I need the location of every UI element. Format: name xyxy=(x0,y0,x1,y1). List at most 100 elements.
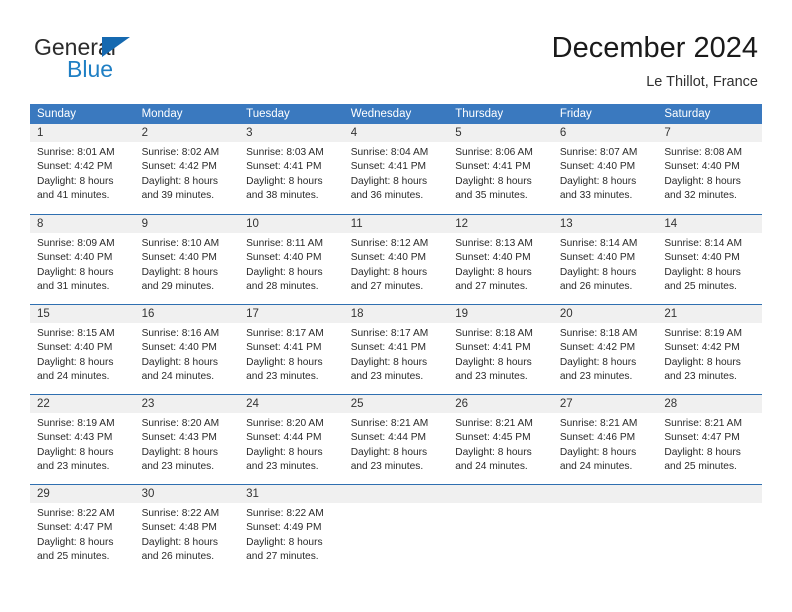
daylight-duration-line1: Daylight: 8 hours xyxy=(37,356,114,368)
day-cell-details: Sunrise: 8:17 AM Sunset: 4:41 PM Daylight:… xyxy=(239,323,344,384)
calendar-day-cell[interactable]: 27 Sunrise: 8:21 AM Sunset: 4:46 PM Dayligh… xyxy=(552,394,658,484)
day-cell-details: Sunrise: 8:03 AM Sunset: 4:41 PM Daylight:… xyxy=(239,142,344,203)
sunrise-time: Sunrise: 8:16 AM xyxy=(141,328,220,339)
day-cell[interactable]: 4 Sunrise: 8:04 AM Sunset: 4:41 PM Daylight… xyxy=(343,124,449,214)
day-cell-details: Sunrise: 8:19 AM Sunset: 4:42 PM Daylight:… xyxy=(657,323,762,384)
daylight-duration-line2: and 26 minutes. xyxy=(559,280,633,292)
day-cell[interactable]: 14 Sunrise: 8:14 AM Sunset: 4:40 PM Dayligh… xyxy=(657,214,762,304)
calendar-day-cell[interactable]: 3 Sunrise: 8:03 AM Sunset: 4:41 PM Daylight… xyxy=(239,124,344,214)
calendar-day-cell[interactable]: 19 Sunrise: 8:18 AM Sunset: 4:41 PM Dayligh… xyxy=(448,304,553,394)
day-cell[interactable]: 31 Sunrise: 8:22 AM Sunset: 4:49 PM Dayligh… xyxy=(239,484,344,574)
day-cell[interactable]: 15 Sunrise: 8:15 AM Sunset: 4:40 PM Dayligh… xyxy=(30,304,135,394)
day-cell-details: Sunrise: 8:21 AM Sunset: 4:46 PM Daylight:… xyxy=(553,413,658,474)
day-cell[interactable]: 18 Sunrise: 8:17 AM Sunset: 4:41 PM Dayligh… xyxy=(343,304,449,394)
day-cell[interactable]: 17 Sunrise: 8:17 AM Sunset: 4:41 PM Dayligh… xyxy=(239,304,344,394)
calendar-day-cell[interactable]: 21 Sunrise: 8:19 AM Sunset: 4:42 PM Dayligh… xyxy=(657,304,762,394)
weekday-header-friday: Friday xyxy=(552,104,658,124)
day-cell[interactable]: 28 Sunrise: 8:21 AM Sunset: 4:47 PM Dayligh… xyxy=(657,394,762,484)
daylight-duration-line2: and 35 minutes. xyxy=(455,189,528,201)
page-header: General Blue December 2024 Le Thillot, F… xyxy=(0,0,792,100)
calendar-day-cell[interactable]: 28 Sunrise: 8:21 AM Sunset: 4:47 PM Dayligh… xyxy=(657,394,762,484)
sunset-time: Sunset: 4:40 PM xyxy=(37,342,113,354)
calendar-day-cell[interactable]: 2 Sunrise: 8:02 AM Sunset: 4:42 PM Daylight… xyxy=(134,124,240,214)
calendar-day-cell[interactable]: 20 Sunrise: 8:18 AM Sunset: 4:42 PM Dayligh… xyxy=(552,304,658,394)
day-cell[interactable]: 19 Sunrise: 8:18 AM Sunset: 4:41 PM Dayligh… xyxy=(448,304,553,394)
day-cell[interactable]: 8 Sunrise: 8:09 AM Sunset: 4:40 PM Daylight… xyxy=(30,214,135,304)
day-cell[interactable]: 6 Sunrise: 8:07 AM Sunset: 4:40 PM Daylight… xyxy=(552,124,658,214)
day-cell[interactable]: 24 Sunrise: 8:20 AM Sunset: 4:44 PM Dayligh… xyxy=(239,394,344,484)
calendar-day-cell[interactable]: 16 Sunrise: 8:16 AM Sunset: 4:40 PM Dayligh… xyxy=(134,304,240,394)
brand-logo[interactable]: General Blue xyxy=(34,34,254,86)
day-cell[interactable]: 27 Sunrise: 8:21 AM Sunset: 4:46 PM Dayligh… xyxy=(552,394,658,484)
sunrise-time: Sunrise: 8:17 AM xyxy=(246,328,324,339)
day-cell[interactable]: 11 Sunrise: 8:12 AM Sunset: 4:40 PM Dayligh… xyxy=(343,214,449,304)
calendar-day-cell[interactable]: 15 Sunrise: 8:15 AM Sunset: 4:40 PM Dayligh… xyxy=(30,304,135,394)
calendar-day-cell[interactable]: 7 Sunrise: 8:08 AM Sunset: 4:40 PM Daylight… xyxy=(657,124,762,214)
day-cell[interactable]: 29 Sunrise: 8:22 AM Sunset: 4:47 PM Dayligh… xyxy=(30,484,135,574)
day-cell[interactable]: 5 Sunrise: 8:06 AM Sunset: 4:41 PM Daylight… xyxy=(448,124,553,214)
calendar-day-cell[interactable]: 12 Sunrise: 8:13 AM Sunset: 4:40 PM Dayligh… xyxy=(448,214,553,304)
day-number xyxy=(552,485,658,503)
calendar-day-cell[interactable]: 1 Sunrise: 8:01 AM Sunset: 4:42 PM Daylight… xyxy=(30,124,135,214)
calendar-day-cell[interactable] xyxy=(448,484,553,574)
calendar-day-cell[interactable]: 8 Sunrise: 8:09 AM Sunset: 4:40 PM Daylight… xyxy=(30,214,135,304)
day-cell[interactable]: 26 Sunrise: 8:21 AM Sunset: 4:45 PM Dayligh… xyxy=(448,394,553,484)
calendar-day-cell[interactable]: 25 Sunrise: 8:21 AM Sunset: 4:44 PM Dayligh… xyxy=(343,394,449,484)
calendar-day-cell[interactable] xyxy=(657,484,762,574)
day-cell-details: Sunrise: 8:13 AM Sunset: 4:40 PM Daylight:… xyxy=(448,233,553,294)
sunset-time: Sunset: 4:41 PM xyxy=(455,342,531,354)
calendar-day-cell[interactable]: 26 Sunrise: 8:21 AM Sunset: 4:45 PM Dayligh… xyxy=(448,394,553,484)
calendar-day-cell[interactable]: 13 Sunrise: 8:14 AM Sunset: 4:40 PM Dayligh… xyxy=(552,214,658,304)
calendar-day-cell[interactable] xyxy=(552,484,658,574)
day-cell[interactable]: 25 Sunrise: 8:21 AM Sunset: 4:44 PM Dayligh… xyxy=(343,394,449,484)
calendar-day-cell[interactable]: 11 Sunrise: 8:12 AM Sunset: 4:40 PM Dayligh… xyxy=(343,214,449,304)
daylight-duration-line2: and 23 minutes. xyxy=(246,460,319,472)
day-cell[interactable]: 1 Sunrise: 8:01 AM Sunset: 4:42 PM Daylight… xyxy=(30,124,135,214)
sunrise-time: Sunrise: 8:10 AM xyxy=(141,238,220,249)
daylight-duration-line2: and 32 minutes. xyxy=(664,189,737,201)
day-cell[interactable]: 3 Sunrise: 8:03 AM Sunset: 4:41 PM Daylight… xyxy=(239,124,344,214)
calendar-day-cell[interactable]: 17 Sunrise: 8:17 AM Sunset: 4:41 PM Dayligh… xyxy=(239,304,344,394)
day-cell[interactable]: 16 Sunrise: 8:16 AM Sunset: 4:40 PM Dayligh… xyxy=(134,304,240,394)
calendar-day-cell[interactable]: 29 Sunrise: 8:22 AM Sunset: 4:47 PM Dayligh… xyxy=(30,484,135,574)
day-cell-details: Sunrise: 8:16 AM Sunset: 4:40 PM Daylight:… xyxy=(135,323,240,384)
sunset-time: Sunset: 4:43 PM xyxy=(37,432,113,444)
day-cell[interactable]: 13 Sunrise: 8:14 AM Sunset: 4:40 PM Dayligh… xyxy=(552,214,658,304)
day-cell-details: Sunrise: 8:04 AM Sunset: 4:41 PM Daylight:… xyxy=(344,142,449,203)
day-number: 8 xyxy=(30,215,135,233)
day-cell-details xyxy=(448,503,553,507)
calendar-day-cell[interactable]: 14 Sunrise: 8:14 AM Sunset: 4:40 PM Dayligh… xyxy=(657,214,762,304)
day-cell[interactable]: 30 Sunrise: 8:22 AM Sunset: 4:48 PM Dayligh… xyxy=(134,484,240,574)
calendar-day-cell[interactable]: 24 Sunrise: 8:20 AM Sunset: 4:44 PM Dayligh… xyxy=(239,394,344,484)
calendar-day-cell[interactable]: 4 Sunrise: 8:04 AM Sunset: 4:41 PM Daylight… xyxy=(343,124,449,214)
daylight-duration-line2: and 41 minutes. xyxy=(37,189,110,201)
day-cell[interactable]: 9 Sunrise: 8:10 AM Sunset: 4:40 PM Daylight… xyxy=(134,214,240,304)
sunset-time: Sunset: 4:40 PM xyxy=(141,252,217,264)
day-cell[interactable]: 23 Sunrise: 8:20 AM Sunset: 4:43 PM Dayligh… xyxy=(134,394,240,484)
daylight-duration-line1: Daylight: 8 hours xyxy=(559,356,637,368)
calendar-day-cell[interactable]: 30 Sunrise: 8:22 AM Sunset: 4:48 PM Dayligh… xyxy=(134,484,240,574)
day-cell[interactable]: 12 Sunrise: 8:13 AM Sunset: 4:40 PM Dayligh… xyxy=(448,214,553,304)
day-cell[interactable]: 20 Sunrise: 8:18 AM Sunset: 4:42 PM Dayligh… xyxy=(552,304,658,394)
calendar-day-cell[interactable]: 5 Sunrise: 8:06 AM Sunset: 4:41 PM Daylight… xyxy=(448,124,553,214)
calendar-week-row: 15 Sunrise: 8:15 AM Sunset: 4:40 PM Dayligh… xyxy=(30,304,762,394)
day-cell[interactable]: 7 Sunrise: 8:08 AM Sunset: 4:40 PM Daylight… xyxy=(657,124,762,214)
day-cell[interactable]: 10 Sunrise: 8:11 AM Sunset: 4:40 PM Dayligh… xyxy=(239,214,344,304)
daylight-duration-line2: and 23 minutes. xyxy=(141,460,215,472)
day-cell[interactable]: 22 Sunrise: 8:19 AM Sunset: 4:43 PM Dayligh… xyxy=(30,394,135,484)
calendar-day-cell[interactable] xyxy=(343,484,449,574)
calendar-day-cell[interactable]: 10 Sunrise: 8:11 AM Sunset: 4:40 PM Dayligh… xyxy=(239,214,344,304)
calendar-day-cell[interactable]: 31 Sunrise: 8:22 AM Sunset: 4:49 PM Dayligh… xyxy=(239,484,344,574)
day-cell-details xyxy=(553,503,658,507)
calendar-day-cell[interactable]: 23 Sunrise: 8:20 AM Sunset: 4:43 PM Dayligh… xyxy=(134,394,240,484)
calendar-day-cell[interactable]: 9 Sunrise: 8:10 AM Sunset: 4:40 PM Daylight… xyxy=(134,214,240,304)
day-cell[interactable]: 2 Sunrise: 8:02 AM Sunset: 4:42 PM Daylight… xyxy=(134,124,240,214)
weekday-header-thursday: Thursday xyxy=(448,104,553,124)
daylight-duration-line1: Daylight: 8 hours xyxy=(559,266,637,278)
day-number: 23 xyxy=(134,395,240,413)
day-cell[interactable]: 21 Sunrise: 8:19 AM Sunset: 4:42 PM Dayligh… xyxy=(657,304,762,394)
calendar-day-cell[interactable]: 18 Sunrise: 8:17 AM Sunset: 4:41 PM Dayligh… xyxy=(343,304,449,394)
day-cell-details: Sunrise: 8:22 AM Sunset: 4:48 PM Daylight:… xyxy=(135,503,240,564)
calendar-day-cell[interactable]: 6 Sunrise: 8:07 AM Sunset: 4:40 PM Daylight… xyxy=(552,124,658,214)
calendar-day-cell[interactable]: 22 Sunrise: 8:19 AM Sunset: 4:43 PM Dayligh… xyxy=(30,394,135,484)
